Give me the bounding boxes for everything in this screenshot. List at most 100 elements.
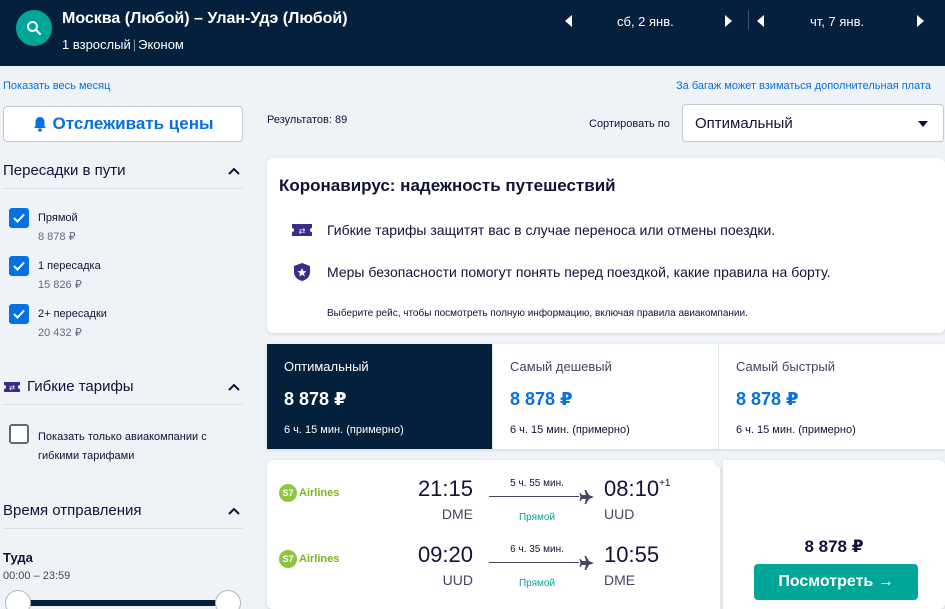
baggage-fee-link[interactable]: За багаж может взиматься дополнительная … — [676, 80, 931, 92]
chevron-left-icon — [565, 15, 572, 27]
dep-airport: DME — [441, 506, 473, 522]
tab-best-duration: 6 ч. 15 мин. (примерно) — [284, 424, 404, 436]
outbound-label: Туда — [3, 550, 33, 565]
airline-name: Airlines — [299, 487, 340, 499]
airline-logo: S7 Airlines — [279, 550, 339, 568]
flex-fares-checkbox[interactable] — [9, 424, 29, 444]
time-slider-min-handle[interactable] — [5, 590, 31, 609]
tab-fastest-duration: 6 ч. 15 мин. (примерно) — [736, 424, 856, 436]
dep-time: 21:15 — [417, 476, 473, 501]
passengers-count: 1 взрослый — [62, 37, 131, 52]
whole-month-link[interactable]: Показать весь месяц — [3, 80, 110, 92]
leg-duration: 5 ч. 55 мин. — [510, 478, 564, 489]
tab-fastest-price: 8 878 ₽ — [736, 389, 799, 409]
depart-prev-button[interactable] — [563, 14, 575, 28]
results-count: Результатов: 89 — [267, 114, 348, 126]
divider — [3, 188, 243, 189]
sort-select-value: Оптимальный — [695, 114, 793, 132]
flex-fares-option-label: Показать только авиакомпании с гибкими т… — [38, 431, 207, 462]
tab-best-name: Оптимальный — [284, 359, 369, 374]
stops-one-price: 15 826 ₽ — [38, 279, 82, 291]
return-date[interactable]: чт, 7 янв. — [810, 14, 864, 29]
stops-two-checkbox[interactable] — [9, 304, 29, 324]
ticket-price-panel: 8 878 ₽ Посмотреть → — [723, 460, 945, 609]
time-slider-track[interactable] — [18, 600, 228, 606]
chevron-up-icon[interactable] — [228, 167, 240, 175]
leg-stops: Прямой — [518, 578, 556, 589]
sort-select[interactable]: Оптимальный — [682, 104, 944, 142]
airline-logo-mark: S7 — [279, 550, 297, 568]
arr-airport: DME — [604, 572, 636, 588]
depart-time-title[interactable]: Время отправления — [3, 502, 142, 519]
time-slider-max-handle[interactable] — [215, 590, 241, 609]
arr-time: 08:10+1 — [604, 476, 671, 501]
stops-two-label: 2+ пересадки — [38, 308, 107, 320]
stops-one-checkbox[interactable] — [9, 256, 29, 276]
ticket-card[interactable]: S7 Airlines 21:15 DME 5 ч. 55 мин. Прямо… — [267, 452, 945, 609]
passenger-summary[interactable]: 1 взрослый | Эконом — [62, 37, 184, 52]
search-header: Москва (Любой) – Улан-Удэ (Любой) 1 взро… — [0, 0, 945, 66]
return-next-button[interactable] — [916, 14, 928, 28]
dep-time: 09:20 — [417, 542, 473, 567]
chevron-right-icon — [725, 15, 732, 27]
airline-logo: S7 Airlines — [279, 484, 339, 502]
flex-fares-label: Гибкие тарифы — [27, 378, 134, 395]
stops-direct-checkbox[interactable] — [9, 208, 29, 228]
stops-filter-title[interactable]: Пересадки в пути — [3, 162, 126, 179]
shield-icon — [294, 263, 310, 281]
stops-one-label: 1 пересадка — [38, 260, 101, 272]
search-button[interactable] — [16, 10, 52, 46]
time-range-value: 00:00 – 23:59 — [3, 570, 71, 582]
plane-icon — [579, 556, 594, 570]
chevron-up-icon[interactable] — [228, 383, 240, 391]
divider — [3, 404, 243, 405]
leg-outbound: S7 Airlines 21:15 DME 5 ч. 55 мин. Прямо… — [267, 460, 720, 523]
route-line — [489, 496, 579, 497]
svg-text:⇄: ⇄ — [9, 384, 15, 392]
cabin-class: Эконом — [138, 37, 184, 52]
stops-direct-price: 8 878 ₽ — [38, 231, 76, 243]
flex-fares-title[interactable]: ⇄ Гибкие тарифы — [3, 378, 134, 395]
chevron-up-icon[interactable] — [228, 507, 240, 515]
stops-two-price: 20 432 ₽ — [38, 327, 82, 339]
leg-duration: 6 ч. 35 мин. — [510, 544, 564, 555]
airline-name: Airlines — [299, 553, 340, 565]
view-deal-button[interactable]: Посмотреть → — [754, 564, 918, 600]
search-icon — [27, 21, 41, 35]
arr-day-offset: +1 — [659, 478, 671, 489]
sort-tabs: Оптимальный 8 878 ₽ 6 ч. 15 мин. (пример… — [267, 344, 945, 449]
dep-airport: UUD — [442, 572, 473, 588]
track-prices-label: Отслеживать цены — [52, 114, 214, 133]
covid-safety-row: Меры безопасности помогут понять перед п… — [291, 262, 831, 282]
covid-note: Выберите рейс, чтобы посмотреть полную и… — [327, 308, 748, 319]
tab-fastest-name: Самый быстрый — [736, 359, 835, 374]
depart-date[interactable]: сб, 2 янв. — [617, 14, 674, 29]
arr-airport: UUD — [604, 506, 635, 522]
covid-info-card: Коронавирус: надежность путешествий ⇄ Ги… — [267, 158, 945, 333]
bell-icon — [33, 117, 46, 132]
tab-cheapest[interactable]: Самый дешевый 8 878 ₽ 6 ч. 15 мин. (прим… — [493, 344, 719, 449]
check-icon — [13, 309, 25, 319]
airline-logo-mark: S7 — [279, 484, 297, 502]
chevron-left-icon — [757, 15, 764, 27]
sort-label: Сортировать по — [589, 118, 670, 130]
check-icon — [13, 213, 25, 223]
tab-best[interactable]: Оптимальный 8 878 ₽ 6 ч. 15 мин. (пример… — [267, 344, 493, 449]
depart-next-button[interactable] — [724, 14, 736, 28]
covid-flex-row: ⇄ Гибкие тарифы защитят вас в случае пер… — [291, 220, 775, 240]
covid-flex-text: Гибкие тарифы защитят вас в случае перен… — [327, 222, 776, 238]
route-line — [489, 562, 579, 563]
route-title[interactable]: Москва (Любой) – Улан-Удэ (Любой) — [62, 10, 348, 28]
plane-icon — [579, 490, 594, 504]
tab-best-price: 8 878 ₽ — [284, 389, 347, 409]
covid-title: Коронавирус: надежность путешествий — [279, 176, 616, 195]
track-prices-button[interactable]: Отслеживать цены — [3, 106, 243, 142]
divider — [3, 528, 243, 529]
check-icon — [13, 261, 25, 271]
stops-direct-label: Прямой — [38, 212, 78, 224]
ticket-icon: ⇄ — [292, 224, 312, 236]
return-prev-button[interactable] — [755, 14, 767, 28]
tab-fastest[interactable]: Самый быстрый 8 878 ₽ 6 ч. 15 мин. (прим… — [719, 344, 945, 449]
tab-cheapest-price: 8 878 ₽ — [510, 389, 573, 409]
ticket-icon: ⇄ — [4, 381, 20, 392]
